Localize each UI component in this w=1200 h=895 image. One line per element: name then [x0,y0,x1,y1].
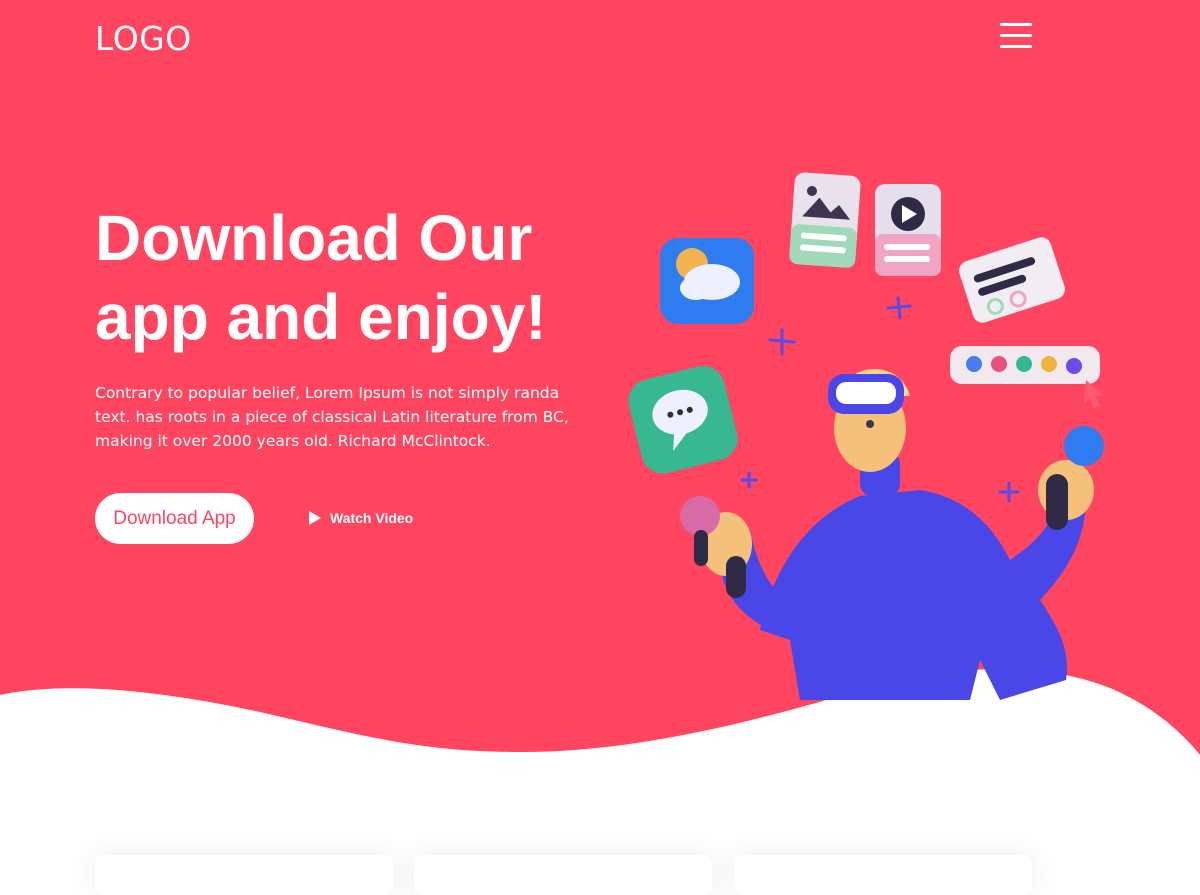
vr-person-figure [680,369,1104,700]
hero-title: Download Our app and enjoy! [95,199,615,357]
color-palette-icon [950,346,1104,408]
hamburger-menu-icon[interactable] [1000,23,1032,51]
image-card-icon [789,172,861,268]
hero-title-line2: app and enjoy! [95,281,547,353]
hero-section: LOGO Download Our app and enjoy! Contrar… [0,0,1200,864]
video-card-icon [875,184,941,276]
text-card-icon [959,237,1065,323]
feature-card[interactable] [95,855,393,895]
feature-card[interactable] [414,855,712,895]
watch-video-link[interactable]: Watch Video [309,508,413,528]
play-icon [309,511,321,525]
watch-video-label: Watch Video [330,510,414,526]
feature-cards-row [0,800,1200,895]
logo[interactable]: LOGO [95,19,192,58]
hero-illustration [628,172,1104,700]
hero-description: Contrary to popular belief, Lorem Ipsum … [95,384,569,450]
hero-title-line1: Download Our [95,202,533,274]
download-app-button[interactable]: Download App [95,493,254,544]
weather-icon [660,238,754,324]
chat-bubble-icon [628,365,738,474]
feature-card[interactable] [734,855,1032,895]
